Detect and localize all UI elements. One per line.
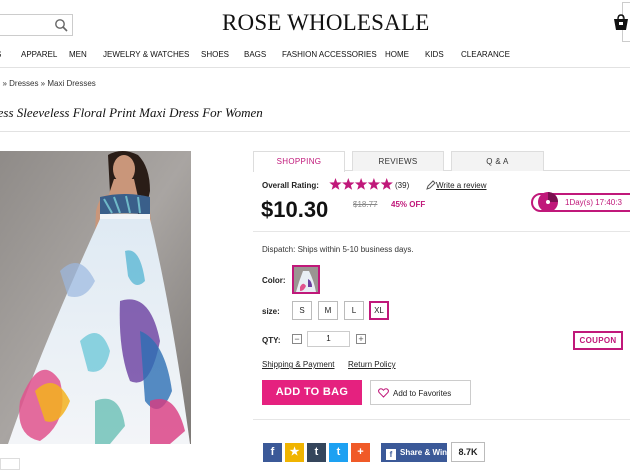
search-icon[interactable] [54,18,68,32]
rating-star [367,178,381,190]
share-and-win-label: Share & Win [400,448,448,457]
write-review-link[interactable]: Write a review [436,181,487,190]
nav-item-jewelry-watches[interactable]: JEWELRY & WATCHES [103,50,189,59]
size-option-xl[interactable]: XL [369,301,389,320]
nav-divider [0,67,630,68]
dispatch-info: Dispatch: Ships within 5-10 business day… [262,245,414,254]
rating-star [342,178,355,190]
facebook-small-icon: f [386,449,396,460]
breadcrumb[interactable]: el » Dresses » Maxi Dresses [0,79,96,88]
rating-star [380,178,393,190]
section-divider-2 [253,419,630,420]
nav-item-kids[interactable]: KIDS [425,50,444,59]
nav-item-apparel[interactable]: APPAREL [21,50,57,59]
nav-item-clearance[interactable]: CLEARANCE [461,50,510,59]
twitter-icon[interactable]: t [329,443,348,462]
share-count: 8.7K [451,442,485,462]
return-policy-link[interactable]: Return Policy [348,360,396,369]
favorite-star-icon[interactable]: ★ [285,443,304,462]
product-title: less Sleeveless Floral Print Maxi Dress … [0,105,263,120]
clock-icon [538,192,558,212]
facebook-icon[interactable]: f [263,443,282,462]
cart-icon[interactable] [612,14,630,32]
section-divider [253,231,630,232]
qty-increase-button[interactable]: + [356,334,366,344]
product-price: $10.30 [261,197,329,222]
add-to-favorites-button[interactable]: Add to Favorites [370,380,471,405]
shipping-payment-link[interactable]: Shipping & Payment [262,360,335,369]
nav-item-men[interactable]: MEN [69,50,87,59]
add-to-bag-button[interactable]: ADD TO BAG [262,380,362,405]
product-thumbnail[interactable] [0,458,20,470]
size-option-s[interactable]: S [292,301,312,320]
product-tabs: SHOPPING REVIEWS Q & A [253,151,630,172]
coupon-button[interactable]: COUPON [573,331,623,350]
favorites-label: Add to Favorites [393,389,452,398]
share-and-win-button[interactable]: f Share & Win [381,443,447,462]
color-label: Color: [262,276,286,285]
plus-share-icon[interactable]: + [351,443,370,462]
nav-item-partial[interactable]: S [0,50,1,59]
overall-rating-label: Overall Rating: [262,181,319,190]
qty-decrease-button[interactable]: − [292,334,302,344]
heart-icon [378,388,389,398]
qty-input[interactable]: 1 [307,331,350,347]
site-logo[interactable]: ROSE WHOLESALE [222,10,429,36]
tab-reviews[interactable]: REVIEWS [352,151,444,171]
rating-star [354,178,368,190]
pencil-icon [426,180,436,190]
size-option-m[interactable]: M [318,301,338,320]
rating-star [329,178,342,190]
tumblr-icon[interactable]: t [307,443,326,462]
size-option-l[interactable]: L [344,301,364,320]
size-label: size: [262,307,280,316]
nav-item-home[interactable]: HOME [385,50,409,59]
rating-count: (39) [395,181,410,190]
nav-item-shoes[interactable]: SHOES [201,50,229,59]
color-swatch[interactable] [292,265,320,294]
search-input[interactable] [0,14,73,36]
tab-qa[interactable]: Q & A [451,151,544,171]
rating-stars [329,178,393,190]
discount-badge: 45% OFF [391,200,426,209]
original-price: $18.77 [353,200,378,209]
countdown-text: 1Day(s) 17:40:3 [565,198,622,207]
nav-item-fashion-accessories[interactable]: FASHION ACCESSORIES [282,50,377,59]
tab-shopping[interactable]: SHOPPING [253,151,345,172]
title-divider [0,131,630,132]
qty-label: QTY: [262,336,281,345]
nav-item-bags[interactable]: BAGS [244,50,266,59]
product-image[interactable] [0,151,191,444]
